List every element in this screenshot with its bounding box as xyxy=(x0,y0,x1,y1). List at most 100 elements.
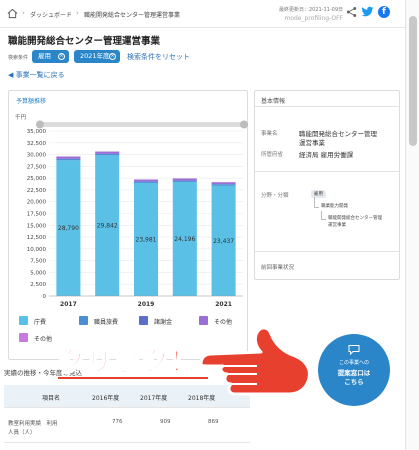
tree-line xyxy=(321,219,326,220)
table-header-item: 項目名 xyxy=(42,395,61,402)
reset-filters-link[interactable]: 検索条件をリセット xyxy=(127,52,190,62)
info-label-category: 分野・分類 xyxy=(261,193,289,199)
twitter-icon[interactable] xyxy=(361,6,374,18)
y-tick-label: 5,000 xyxy=(30,270,46,276)
share-icon[interactable] xyxy=(346,6,357,18)
legend-item[interactable]: 諸謝金 xyxy=(139,316,197,326)
remove-filter-icon[interactable]: × xyxy=(109,53,116,60)
info-value-ministry: 経済局 雇用労働課 xyxy=(299,151,354,159)
basic-info-card: 基本情報 事業名 職能開発総合センター管理 運営事業 所管府省 経済局 雇用労働… xyxy=(254,90,400,280)
y-tick-label: 0 xyxy=(43,294,47,300)
bar-segment xyxy=(56,158,81,161)
tree-line xyxy=(321,211,322,219)
y-tick-label: 22,500 xyxy=(27,188,47,194)
back-arrow-icon: ◀ xyxy=(8,71,16,79)
facebook-icon[interactable]: f xyxy=(378,6,390,18)
range-slider-track xyxy=(39,122,245,127)
tree-line xyxy=(314,207,319,208)
y-tick-label: 30,000 xyxy=(27,153,47,159)
table-header-2017: 2017年度 xyxy=(140,395,168,402)
breadcrumb-dashboard[interactable]: ダッシュボード xyxy=(30,10,72,19)
bar-segment xyxy=(172,180,197,182)
bar-segment xyxy=(133,179,159,182)
table-cell-item-line1: 教室利用実績 利用 xyxy=(8,421,58,427)
table-cell-2016: 776 xyxy=(112,419,123,425)
y-tick-label: 25,000 xyxy=(27,176,47,182)
tree-item-level1[interactable]: 職業能力開発 xyxy=(321,204,348,210)
y-tick-label: 20,000 xyxy=(27,200,47,206)
info-label-ministry: 所管府省 xyxy=(261,152,284,158)
filter-pill-year[interactable]: 2021年度 × xyxy=(74,50,120,63)
page: › ダッシュボード › 職能開発総合センター管理運営事業 最終更新日：2021-… xyxy=(0,0,405,450)
table-cell-2017: 909 xyxy=(160,419,171,425)
page-title: 職能開発総合センター管理運営事業 xyxy=(8,36,161,47)
data-label: 28,790 xyxy=(58,225,79,232)
legend-item[interactable]: 庁費 xyxy=(19,316,77,326)
x-tick-label: 2019 xyxy=(138,301,155,308)
table-row-divider xyxy=(4,442,250,443)
y-tick-label: 10,000 xyxy=(27,247,47,253)
scrollbar-thumb[interactable] xyxy=(409,16,417,146)
top-bar: › ダッシュボード › 職能開発総合センター管理運営事業 最終更新日：2021-… xyxy=(0,0,405,28)
cta-line1: この事業への xyxy=(338,360,369,366)
legend-label: 諸謝金 xyxy=(154,319,173,326)
proposal-contact-button[interactable]: この事業への 提案窓口は こちら xyxy=(318,334,390,406)
breadcrumb-current: 職能開発総合センター管理運営事業 xyxy=(84,12,181,19)
page-scrollbar[interactable] xyxy=(405,0,419,450)
legend-swatch xyxy=(19,333,28,342)
legend-label: その他 xyxy=(34,336,53,343)
y-tick-label: 27,500 xyxy=(27,164,47,170)
data-label: 29,842 xyxy=(97,223,118,230)
range-slider-handle xyxy=(36,120,44,129)
legend-swatch xyxy=(139,316,148,325)
y-tick-label: 17,500 xyxy=(27,212,47,218)
data-label: 23,981 xyxy=(136,236,157,243)
info-label-project: 事業名 xyxy=(261,131,278,137)
y-tick-label: 32,500 xyxy=(27,141,47,147)
table-cell-item-line2: 人員（人） xyxy=(8,430,36,436)
back-to-list-link[interactable]: ◀ 事業一覧に戻る xyxy=(8,70,65,80)
info-divider xyxy=(255,251,399,252)
mode-indicator: mode_profiling-OFF xyxy=(284,15,343,22)
data-label: 24,196 xyxy=(174,236,195,243)
y-tick-label: 2,500 xyxy=(30,282,46,288)
x-tick-label: 2021 xyxy=(215,301,232,308)
bar-segment xyxy=(95,153,120,156)
breadcrumb-separator: › xyxy=(22,9,25,17)
info-value-project-line2: 運営事業 xyxy=(299,139,325,147)
home-icon[interactable] xyxy=(7,8,18,19)
legend-label: 職員旅費 xyxy=(94,319,119,326)
legend-item[interactable]: 職員旅費 xyxy=(79,316,137,326)
cta-line3: こちら xyxy=(344,378,364,386)
remove-filter-icon[interactable]: × xyxy=(58,53,65,60)
pointing-hand-icon xyxy=(199,326,311,396)
legend-label: 庁費 xyxy=(34,319,47,326)
bar-segment xyxy=(95,151,120,154)
range-slider-handle xyxy=(240,120,248,129)
table-cell-2018: 869 xyxy=(208,419,219,425)
bar-segment xyxy=(172,178,197,181)
y-tick-label: 15,000 xyxy=(27,223,47,229)
back-link-label: 事業一覧に戻る xyxy=(15,71,65,79)
filter-pill-employment[interactable]: 雇用 × xyxy=(32,50,69,63)
legend-swatch xyxy=(79,316,88,325)
y-tick-label: 12,500 xyxy=(27,235,47,241)
breadcrumb-separator: › xyxy=(76,9,79,17)
y-unit-label: 千円 xyxy=(15,113,27,121)
data-label: 23,437 xyxy=(213,238,234,245)
click-annotation-text: クリック！ xyxy=(57,346,198,378)
tree-item-level2-line1[interactable]: 職能開発総合センター管理 xyxy=(328,216,382,222)
bar-segment xyxy=(133,181,159,183)
y-tick-label: 35,000 xyxy=(27,129,47,135)
table-row-divider xyxy=(4,407,250,408)
legend-swatch xyxy=(19,316,28,325)
filter-pill-label: 2021年度 xyxy=(80,52,110,60)
x-tick-label: 2017 xyxy=(60,301,77,308)
bar-segment xyxy=(211,182,236,185)
bar-segment xyxy=(56,156,81,159)
chat-icon xyxy=(348,345,360,355)
budget-chart-card: 予算額推移 千円 0 2,500 5,000 7,500 10,000 12,500 15,0… xyxy=(8,90,248,360)
click-annotation-underline xyxy=(58,376,208,380)
y-tick-label: 7,500 xyxy=(30,259,46,265)
tree-item-level2-line2[interactable]: 運営事業 xyxy=(328,223,346,229)
